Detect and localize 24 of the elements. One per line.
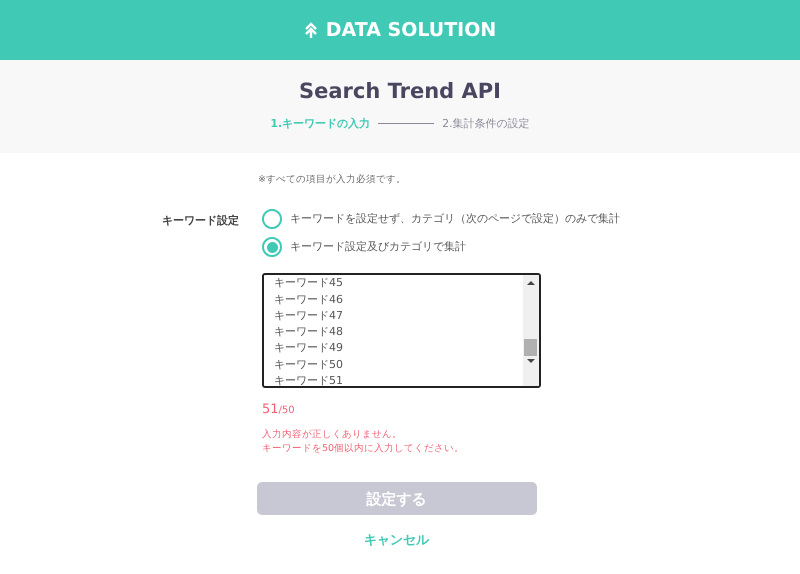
radio-button[interactable] xyxy=(262,209,282,230)
radio-label: キーワードを設定せず、カテゴリ（次のページで設定）のみで集計 xyxy=(290,211,620,227)
field-label: キーワード設定 xyxy=(162,213,240,230)
keyword-textarea[interactable]: キーワード45 キーワード46 キーワード47 キーワード48 キーワード49 キーワード50 キーワード51 xyxy=(262,273,541,388)
step-label: 2.集計条件の設定 xyxy=(442,116,530,132)
keyword-line: キーワード47 xyxy=(274,308,344,324)
keyword-line: キーワード51 xyxy=(274,373,344,386)
radio-button[interactable] xyxy=(262,237,282,258)
keyword-line: キーワード48 xyxy=(274,324,344,340)
scrollbar[interactable] xyxy=(523,275,539,386)
required-note: ※すべての項目が入力必須です。 xyxy=(258,173,407,187)
keyword-line: キーワード46 xyxy=(274,292,344,308)
keyword-line: キーワード49 xyxy=(274,340,344,356)
keyword-line: キーワード50 xyxy=(274,356,344,373)
keyword-count: 51/50 xyxy=(262,402,295,418)
step-label: 1.キーワードの入力 xyxy=(270,116,370,132)
page-title: Search Trend API xyxy=(299,78,501,105)
error-message: キーワードを50個以内に入力してください。 xyxy=(262,442,466,456)
brand-logo: DATA SOLUTION xyxy=(326,18,496,43)
error-message: 入力内容が正しくありません。 xyxy=(262,428,403,442)
cancel-link[interactable]: キャンセル xyxy=(364,531,429,551)
keyword-line: キーワード45 xyxy=(274,275,344,292)
radio-label: キーワード設定及びカテゴリで集計 xyxy=(290,239,466,255)
double-arrow-up-icon xyxy=(304,22,318,38)
